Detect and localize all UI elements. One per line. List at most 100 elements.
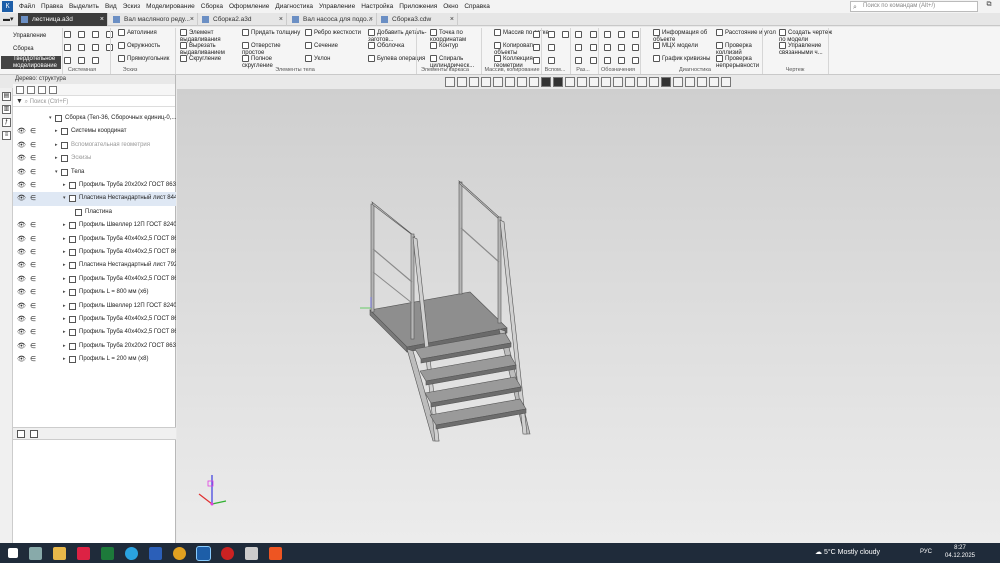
view-tool-icon[interactable] [637, 77, 647, 87]
tool-icon[interactable] [533, 31, 540, 38]
close-icon[interactable]: × [369, 13, 373, 26]
view-tool-icon[interactable] [613, 77, 623, 87]
visibility-eye-icon[interactable]: 👁 [17, 233, 26, 246]
visibility-eye-icon[interactable]: 👁 [17, 219, 26, 232]
menu-list-icon[interactable]: ≡ [2, 131, 11, 140]
visibility-eye-icon[interactable]: 👁 [17, 192, 26, 205]
tree-list-icon[interactable] [27, 85, 35, 94]
menu-item[interactable]: Файл [16, 3, 38, 10]
tree-row[interactable]: 👁 ∈ ▸ Профиль Труба 20x20x2 ГОСТ 8639- [13, 179, 176, 192]
ribbon-command[interactable]: Оболочка [368, 42, 428, 50]
tool-icon[interactable] [548, 44, 555, 51]
view-tool-icon[interactable] [709, 77, 719, 87]
body-link-icon[interactable]: ∈ [30, 152, 36, 165]
menu-item[interactable]: Сборка [198, 3, 226, 10]
ribbon-mode-tab[interactable]: Управление [1, 31, 61, 42]
menu-icon[interactable]: ▬▾ [3, 15, 14, 23]
tool-icon[interactable] [590, 57, 597, 64]
menu-item[interactable]: Правка [38, 3, 66, 10]
body-link-icon[interactable]: ∈ [30, 233, 36, 246]
3d-viewport[interactable] [177, 89, 1000, 543]
view-tool-icon[interactable] [721, 77, 731, 87]
expand-chevron-icon[interactable]: ▾ [49, 112, 52, 125]
ribbon-command[interactable]: Информация об объекте [653, 29, 713, 43]
menu-item[interactable]: Диагностика [272, 3, 316, 10]
tab-document[interactable]: Сборка3.cdw × [378, 13, 458, 26]
menu-item[interactable]: Вид [102, 3, 120, 10]
command-search-input[interactable]: ⌕ Поиск по командам (Alt+/) [850, 1, 978, 12]
tool-icon[interactable] [562, 31, 569, 38]
tool-icon[interactable] [604, 44, 611, 51]
expand-chevron-icon[interactable]: ▸ [63, 246, 66, 259]
ribbon-command[interactable]: График кривизны [653, 55, 713, 63]
tree-row[interactable]: 👁 ∈ ▸ Профиль Труба 40x40x2,5 ГОСТ 863 [13, 313, 176, 326]
view-tool-icon[interactable] [649, 77, 659, 87]
ribbon-command[interactable]: Скругление [180, 55, 240, 63]
tab-document[interactable]: Вал масляного реду... × [110, 13, 198, 26]
ribbon-command[interactable]: Элемент выдавливания [180, 29, 240, 43]
tool-icon[interactable] [590, 44, 597, 51]
menu-item[interactable]: Эскиз [120, 3, 143, 10]
expand-chevron-icon[interactable]: ▸ [63, 286, 66, 299]
ribbon-command[interactable]: Расстояние и угол [716, 29, 776, 37]
ribbon-command[interactable]: Массив по сетке [494, 29, 554, 37]
tree-filter-icon[interactable] [49, 85, 57, 94]
tool-icon[interactable] [632, 31, 639, 38]
close-icon[interactable]: × [100, 13, 104, 26]
tree-row[interactable]: 👁 ∈ ▸ Профиль Труба 40x40x2,5 ГОСТ 863 [13, 273, 176, 286]
tool-icon[interactable] [618, 44, 625, 51]
tree-row[interactable]: 👁 ∈ ▸ Профиль Труба 40x40x2,5 ГОСТ 863 [13, 233, 176, 246]
ribbon-command[interactable]: Копировать объекты [494, 42, 554, 56]
tool-icon[interactable] [575, 57, 582, 64]
body-link-icon[interactable]: ∈ [30, 246, 36, 259]
tool-icon[interactable] [64, 57, 71, 64]
view-tool-icon[interactable] [457, 77, 467, 87]
ribbon-command[interactable]: Булева операция [368, 55, 428, 63]
view-tool-icon[interactable] [553, 77, 563, 87]
body-link-icon[interactable]: ∈ [30, 286, 36, 299]
menu-item[interactable]: Справка [461, 3, 493, 10]
view-tool-icon[interactable] [505, 77, 515, 87]
acrobat-icon[interactable] [77, 546, 90, 560]
ribbon-command[interactable]: Вырезать выдавливанием [180, 42, 240, 56]
expand-chevron-icon[interactable]: ▸ [63, 219, 66, 232]
expand-chevron-icon[interactable]: ▸ [55, 152, 58, 165]
tool-icon[interactable] [78, 31, 85, 38]
tool-icon[interactable] [548, 31, 555, 38]
tool-icon[interactable] [64, 31, 71, 38]
word-icon[interactable] [149, 546, 162, 560]
tool-icon[interactable] [604, 31, 611, 38]
visibility-eye-icon[interactable]: 👁 [17, 259, 26, 272]
visibility-eye-icon[interactable]: 👁 [17, 300, 26, 313]
view-tool-icon[interactable] [445, 77, 455, 87]
ribbon-command[interactable]: МЦХ модели [653, 42, 713, 50]
tool-icon[interactable] [618, 31, 625, 38]
start-icon[interactable] [8, 548, 18, 558]
task-view-icon[interactable] [29, 546, 42, 560]
tree-mode-icon[interactable] [17, 430, 25, 438]
yandex-browser-icon[interactable] [221, 546, 234, 560]
tool-icon[interactable] [618, 57, 625, 64]
body-link-icon[interactable]: ∈ [30, 300, 36, 313]
tree-search-input[interactable]: ▼ ⌕ Поиск (Ctrl+F) [13, 96, 175, 107]
tree-row[interactable]: 👁 ∈ ▾ Тела [13, 166, 176, 179]
visibility-eye-icon[interactable]: 👁 [17, 326, 26, 339]
menu-item[interactable]: Управление [316, 3, 358, 10]
chrome-icon[interactable] [173, 546, 186, 560]
body-link-icon[interactable]: ∈ [30, 192, 36, 205]
tree-row[interactable]: 👁 ∈ ▸ Профиль Швеллер 12П ГОСТ 8240- [13, 300, 176, 313]
kompas-icon[interactable] [196, 545, 211, 561]
tree-row[interactable]: ▾ Сборка (Тел-36, Сборочных единиц-0,... [13, 112, 176, 125]
visibility-eye-icon[interactable]: 👁 [17, 313, 26, 326]
body-link-icon[interactable]: ∈ [30, 125, 36, 138]
tool-icon[interactable] [92, 31, 99, 38]
tree-structure-icon[interactable] [16, 85, 24, 94]
tool-icon[interactable] [548, 57, 555, 64]
visibility-eye-icon[interactable]: 👁 [17, 246, 26, 259]
expand-chevron-icon[interactable]: ▸ [63, 273, 66, 286]
visibility-eye-icon[interactable]: 👁 [17, 166, 26, 179]
ribbon-command[interactable]: Окружность [118, 42, 178, 50]
tree-row[interactable]: 👁 ∈ ▸ Профиль L = 800 мм (x6) [13, 286, 176, 299]
body-link-icon[interactable]: ∈ [30, 340, 36, 353]
body-link-icon[interactable]: ∈ [30, 259, 36, 272]
